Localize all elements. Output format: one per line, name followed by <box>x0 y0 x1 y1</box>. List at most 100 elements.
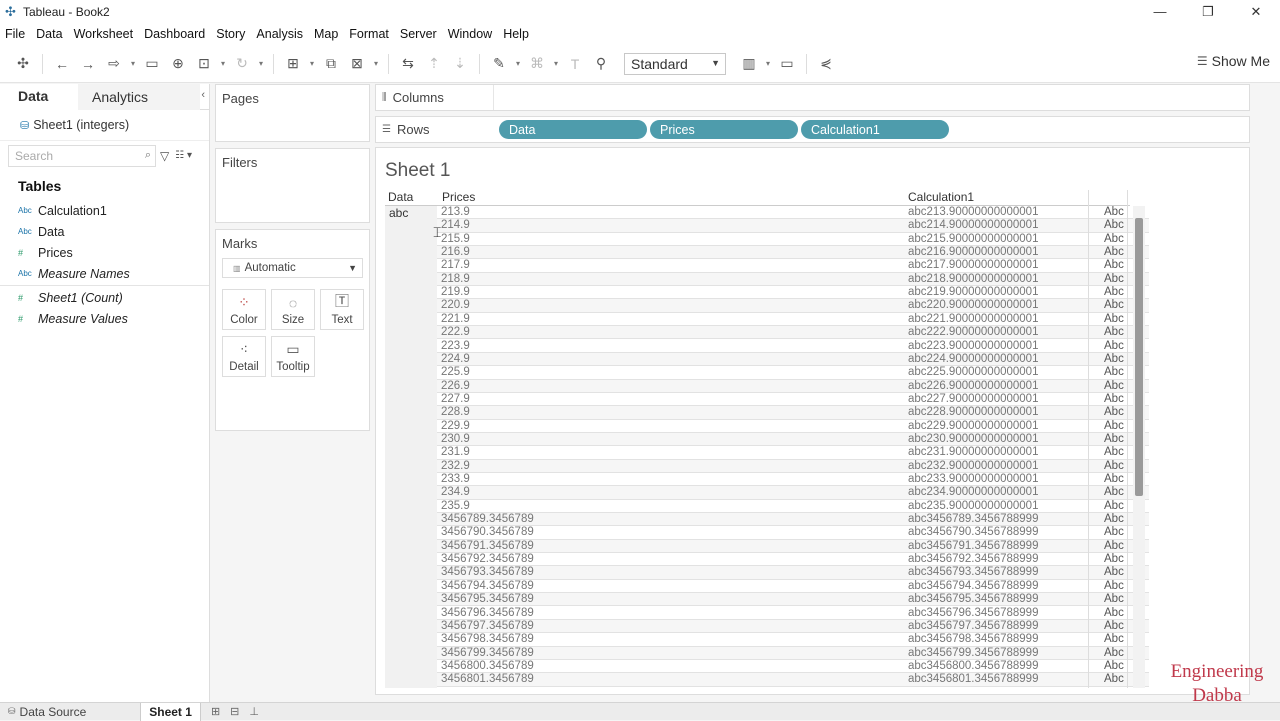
field-data[interactable]: Abc Data <box>0 221 209 242</box>
pages-card[interactable]: Pages <box>215 84 370 142</box>
field-sheet1-count[interactable]: # Sheet1 (Count) <box>0 287 209 308</box>
table-row[interactable]: 220.9 abc220.90000000000001 Abc <box>437 299 1149 313</box>
labels-icon[interactable]: T <box>562 52 588 76</box>
show-cards-icon[interactable]: ▥ <box>736 52 762 76</box>
table-row[interactable]: 226.9 abc226.90000000000001 Abc <box>437 379 1149 393</box>
refresh-icon[interactable]: ↻ <box>229 52 255 76</box>
chevron-down-icon[interactable]: ▾ <box>512 52 524 76</box>
table-row[interactable]: 223.9 abc223.90000000000001 Abc <box>437 340 1149 353</box>
header-prices[interactable]: Prices <box>442 190 475 204</box>
share-icon[interactable]: ⋞ <box>813 52 839 76</box>
sort-descending-icon[interactable]: ⇣ <box>447 52 473 76</box>
row-pill-data[interactable]: Data <box>499 120 647 139</box>
columns-shelf[interactable]: ⫼ Columns <box>375 84 1250 111</box>
table-row[interactable]: 3456791.3456789 abc3456791.3456788999 Abc <box>437 539 1149 554</box>
chevron-down-icon[interactable]: ▾ <box>217 52 229 76</box>
view-options-icon[interactable]: ☷ ▾ <box>175 150 192 161</box>
table-row[interactable]: 219.9 abc219.90000000000001 Abc <box>437 286 1149 300</box>
table-row[interactable]: 3456801.3456789 abc3456801.3456788999 Abc <box>437 673 1149 687</box>
replay-icon[interactable]: ⇨ <box>101 52 127 76</box>
undo-icon[interactable]: ← <box>49 52 75 76</box>
table-row[interactable]: 230.9 abc230.90000000000001 Abc <box>437 432 1149 447</box>
menu-analysis[interactable]: Analysis <box>251 27 309 41</box>
datasource-item[interactable]: ⛁ Sheet1 (integers) <box>0 110 209 140</box>
table-row[interactable]: 229.9 abc229.90000000000001 Abc <box>437 420 1149 433</box>
filters-card[interactable]: Filters <box>215 148 370 223</box>
table-row[interactable]: 217.9 abc217.90000000000001 Abc <box>437 259 1149 273</box>
table-row[interactable]: 3456789.3456789 abc3456789.3456788999 Abc <box>437 513 1149 527</box>
table-row[interactable]: 234.9 abc234.90000000000001 Abc <box>437 486 1149 500</box>
new-story-icon[interactable]: ⊥ <box>249 705 259 718</box>
table-row[interactable]: 228.9 abc228.90000000000001 Abc <box>437 406 1149 420</box>
highlight-icon[interactable]: ✎ <box>486 52 512 76</box>
scrollbar-thumb[interactable] <box>1135 218 1143 496</box>
table-row[interactable]: 3456799.3456789 abc3456799.3456788999 Abc <box>437 646 1149 660</box>
minimize-icon[interactable]: — <box>1136 0 1184 23</box>
chevron-down-icon[interactable]: ▾ <box>370 52 382 76</box>
field-prices[interactable]: # Prices <box>0 242 209 263</box>
size-button[interactable]: ◌ Size <box>271 289 315 330</box>
table-row[interactable]: 3456796.3456789 abc3456796.3456788999 Abc <box>437 607 1149 620</box>
table-row[interactable]: 3456798.3456789 abc3456798.3456788999 Abc <box>437 633 1149 647</box>
swap-icon[interactable]: ⇆ <box>395 52 421 76</box>
table-row[interactable]: 213.9 abc213.90000000000001 Abc <box>437 206 1149 220</box>
field-calculation1[interactable]: Abc Calculation1 <box>0 200 209 221</box>
clear-sheet-icon[interactable]: ⊠ <box>344 52 370 76</box>
restore-icon[interactable]: ❐ <box>1184 0 1232 23</box>
chevron-down-icon[interactable]: ▾ <box>306 52 318 76</box>
menu-format[interactable]: Format <box>344 27 395 41</box>
table-row[interactable]: 3456795.3456789 abc3456795.3456788999 Abc <box>437 593 1149 607</box>
tab-analytics[interactable]: Analytics <box>78 84 200 110</box>
chevron-down-icon[interactable]: ▾ <box>762 52 774 76</box>
redo-icon[interactable]: → <box>75 52 101 76</box>
group-icon[interactable]: ⌘ <box>524 52 550 76</box>
field-measure-names[interactable]: Abc Measure Names <box>0 263 209 284</box>
table-row[interactable]: 231.9 abc231.90000000000001 Abc <box>437 446 1149 460</box>
new-datasource-icon[interactable]: ⊕ <box>165 52 191 76</box>
detail-button[interactable]: ⁖ Detail <box>222 336 266 377</box>
table-row[interactable]: 3456790.3456789 abc3456790.3456788999 Abc <box>437 526 1149 540</box>
search-input[interactable]: Search ⌕ <box>8 144 156 167</box>
menu-worksheet[interactable]: Worksheet <box>69 27 140 41</box>
new-worksheet-icon[interactable]: ⊞ <box>280 52 306 76</box>
duplicate-icon[interactable]: ⧉ <box>318 52 344 76</box>
new-dashboard-icon[interactable]: ⊟ <box>230 705 239 718</box>
table-row[interactable]: 233.9 abc233.90000000000001 Abc <box>437 473 1149 487</box>
tab-sheet1[interactable]: Sheet 1 <box>140 702 201 721</box>
menu-data[interactable]: Data <box>31 27 68 41</box>
header-calculation1[interactable]: Calculation1 <box>908 190 974 204</box>
chevron-down-icon[interactable]: ▾ <box>550 52 562 76</box>
close-icon[interactable]: ✕ <box>1232 0 1280 23</box>
presentation-mode-icon[interactable]: ▭ <box>774 52 800 76</box>
sheet-title[interactable]: Sheet 1 <box>385 160 451 182</box>
field-measure-values[interactable]: # Measure Values <box>0 308 209 329</box>
table-row[interactable]: 3456800.3456789 abc3456800.3456788999 Abc <box>437 660 1149 674</box>
table-row[interactable]: 215.9 abc215.90000000000001 Abc <box>437 233 1149 247</box>
table-row[interactable]: 218.9 abc218.90000000000001 Abc <box>437 272 1149 287</box>
table-row[interactable]: 222.9 abc222.90000000000001 Abc <box>437 326 1149 340</box>
text-button[interactable]: 🅃 Text <box>320 289 364 330</box>
color-button[interactable]: ⁘ Color <box>222 289 266 330</box>
row-pill-calculation1[interactable]: Calculation1 <box>801 120 949 139</box>
menu-help[interactable]: Help <box>498 27 535 41</box>
tableau-home-icon[interactable]: ✣ <box>10 52 36 76</box>
show-me-button[interactable]: ☰ Show Me <box>1197 53 1270 69</box>
sort-ascending-icon[interactable]: ⇡ <box>421 52 447 76</box>
menu-dashboard[interactable]: Dashboard <box>139 27 211 41</box>
chevron-down-icon[interactable]: ▾ <box>255 52 267 76</box>
table-row[interactable]: 216.9 abc216.90000000000001 Abc <box>437 246 1149 260</box>
table-row[interactable]: 227.9 abc227.90000000000001 Abc <box>437 393 1149 407</box>
collapse-pane-icon[interactable]: ‹ <box>201 89 205 101</box>
save-icon[interactable]: ▭ <box>139 52 165 76</box>
fit-select[interactable]: Standard ▼ <box>624 52 726 75</box>
chevron-down-icon[interactable]: ▾ <box>127 52 139 76</box>
table-row[interactable]: 3456797.3456789 abc3456797.3456788999 Abc <box>437 619 1149 634</box>
pause-updates-icon[interactable]: ⊡ <box>191 52 217 76</box>
tab-data-source[interactable]: ⛁ Data Source <box>0 703 94 721</box>
pin-icon[interactable]: ⚲ <box>588 52 614 76</box>
header-data[interactable]: Data <box>388 190 413 204</box>
menu-file[interactable]: File <box>0 27 31 41</box>
table-row[interactable]: 3456793.3456789 abc3456793.3456788999 Abc <box>437 566 1149 580</box>
filter-icon[interactable]: ▽ <box>160 149 169 163</box>
table-row[interactable]: 232.9 abc232.90000000000001 Abc <box>437 459 1149 473</box>
